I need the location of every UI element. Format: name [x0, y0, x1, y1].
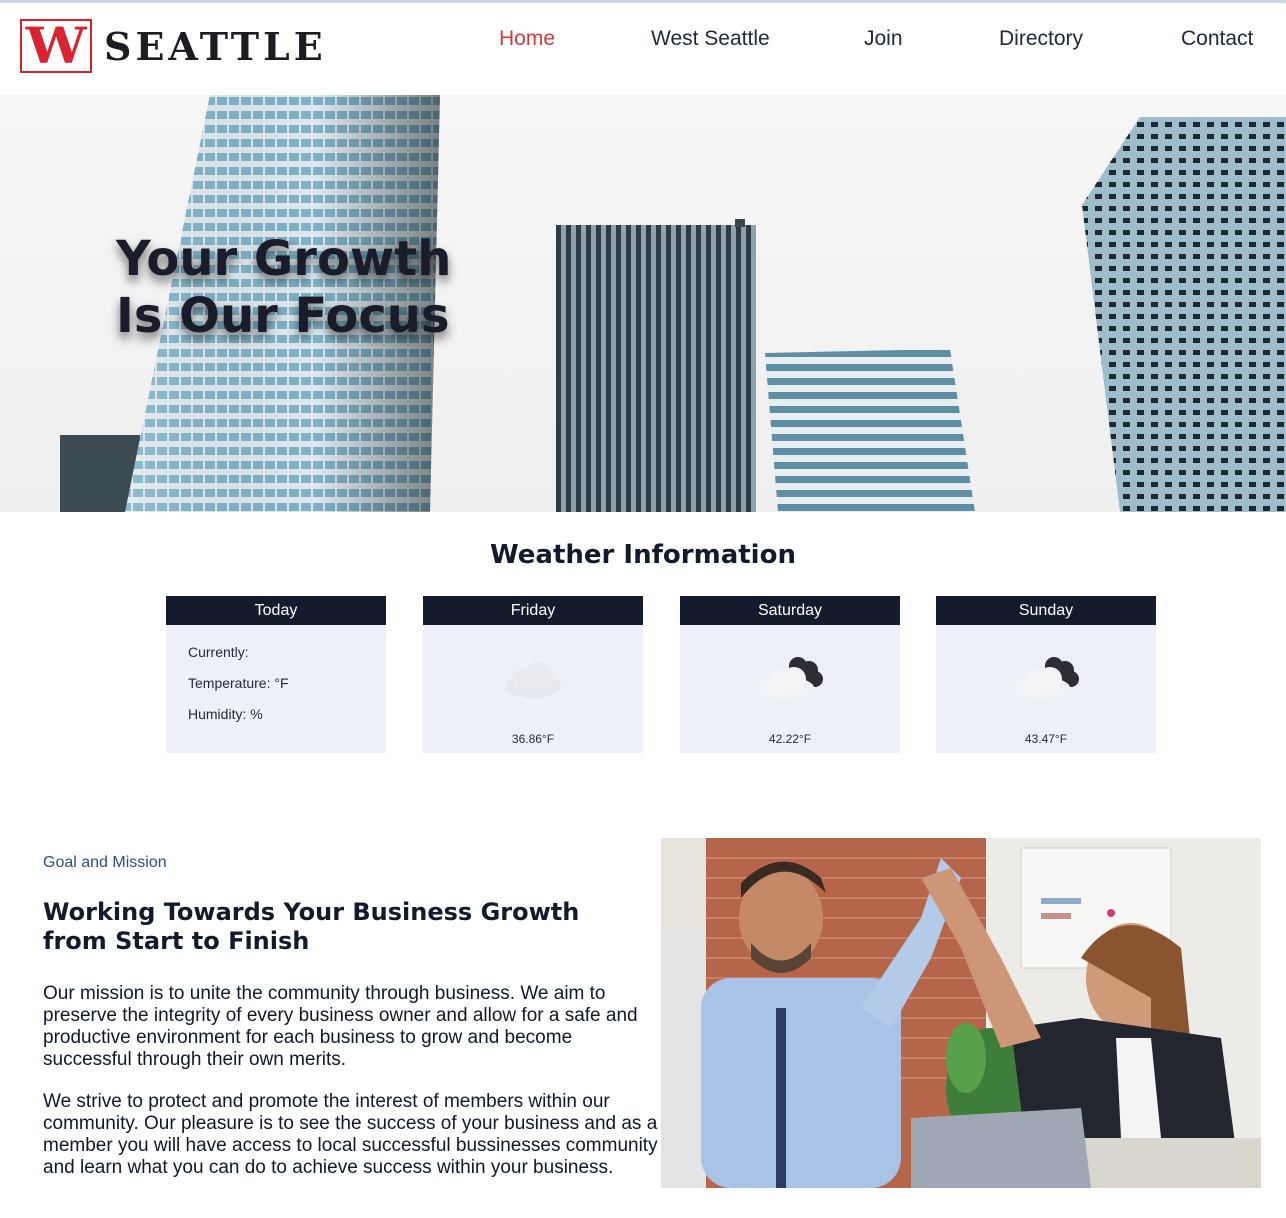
forecast-temperature: 43.47°F	[1024, 732, 1068, 746]
weather-card-friday: Friday 36.86°F	[423, 596, 643, 753]
hero-line-2: Is Our Focus	[116, 288, 450, 344]
current-temperature: Temperature: °F	[188, 675, 289, 691]
weather-title: Weather Information	[490, 540, 796, 570]
weather-card-saturday: Saturday 42.22°F	[680, 596, 900, 753]
partly-cloudy-icon	[1014, 657, 1079, 699]
hero-headline: Your Growth Is Our Focus	[116, 231, 451, 345]
nav-home[interactable]: Home	[499, 27, 555, 51]
weather-card-sunday: Sunday 43.47°F	[936, 596, 1156, 753]
current-humidity: Humidity: %	[188, 706, 263, 722]
site-header: W SEATTLE Home West Seattle Join Directo…	[0, 3, 1286, 95]
cloud-icon	[505, 662, 561, 698]
mission-paragraph-2: We strive to protect and promote the int…	[43, 1091, 658, 1178]
current-conditions: Currently:	[188, 644, 249, 660]
mission-paragraph-1: Our mission is to unite the community th…	[43, 983, 638, 1070]
card-day-label: Sunday	[936, 596, 1156, 625]
card-day-label: Friday	[423, 596, 643, 625]
hero-line-1: Your Growth	[116, 231, 452, 287]
nav-directory[interactable]: Directory	[999, 27, 1083, 51]
nav-join[interactable]: Join	[864, 27, 903, 51]
high-five-photo	[661, 838, 1261, 1188]
mission-title: Working Towards Your Business Growth fro…	[43, 898, 580, 955]
nav-contact[interactable]: Contact	[1181, 27, 1253, 51]
forecast-temperature: 36.86°F	[511, 732, 555, 746]
hero-banner: Your Growth Is Our Focus	[0, 95, 1286, 512]
weather-card-today: Today Currently: Temperature: °F Humidit…	[166, 596, 386, 753]
section-eyebrow: Goal and Mission	[43, 854, 167, 871]
main-nav: Home West Seattle Join Directory Contact	[0, 27, 1286, 57]
partly-cloudy-icon	[758, 657, 823, 699]
card-day-label: Today	[166, 596, 386, 625]
office-scene-illustration	[661, 838, 1261, 1188]
forecast-temperature: 42.22°F	[768, 732, 812, 746]
card-day-label: Saturday	[680, 596, 900, 625]
nav-west-seattle[interactable]: West Seattle	[651, 27, 770, 51]
